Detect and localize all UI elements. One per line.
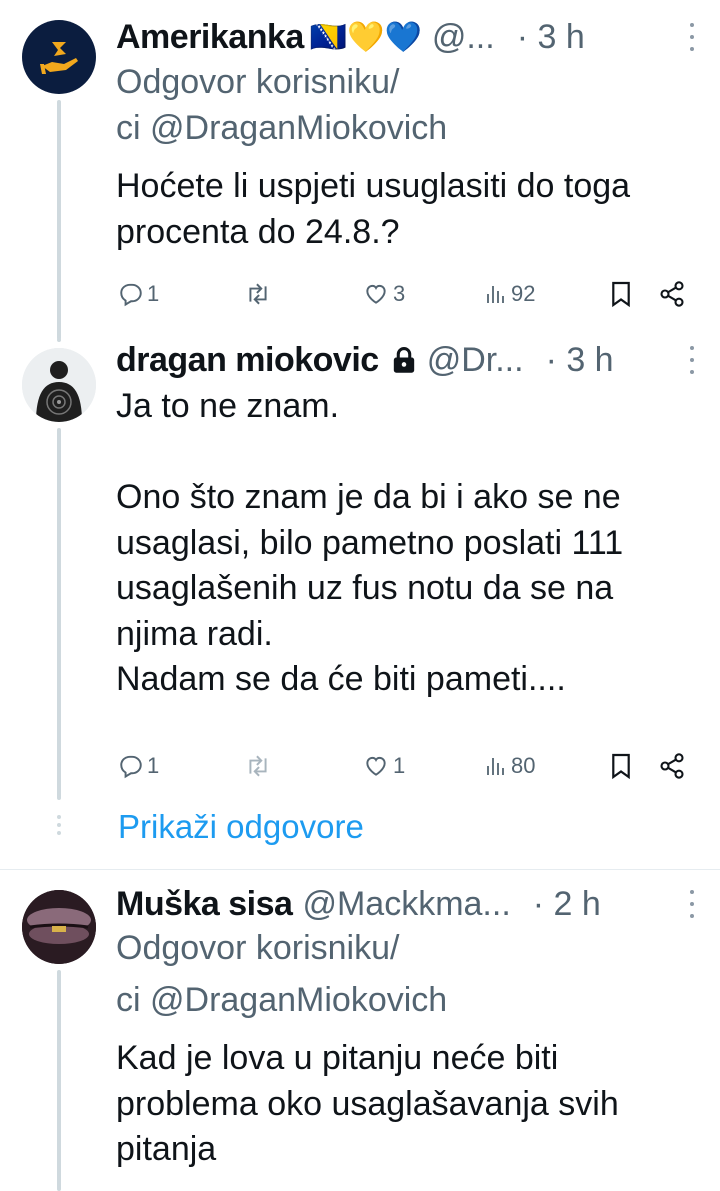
like-button[interactable]: 1 [362,746,405,786]
display-name[interactable]: Muška sisa [116,885,293,924]
more-icon[interactable] [688,23,696,51]
display-name[interactable]: Amerikanka [116,18,304,57]
thread-line [57,100,61,340]
tweet-header: dragan miokovic @Dr... · 3 h [116,338,702,382]
views-icon [487,286,504,303]
thread-line [57,970,61,1191]
like-count: 3 [393,281,406,306]
tweet-header: Amerikanka 🇧🇦💛💙 @... · 3 h [116,15,702,59]
view-count: 92 [511,281,536,306]
reply-to-label: Odgovor korisniku/ [116,929,400,967]
avatar[interactable] [22,348,96,422]
action-bar: 1 1 80 [116,746,696,786]
thread-line [57,428,61,800]
tweet-amerikanka[interactable]: Amerikanka 🇧🇦💛💙 @... · 3 h Odgovor koris… [0,0,720,340]
reply-to-mention[interactable]: ci @DraganMiokovich [116,106,702,152]
timestamp[interactable]: · 3 h [546,341,614,380]
lock-icon [393,347,414,373]
avatar-hand-icon [40,42,78,74]
bookmark-icon [612,281,630,308]
name-emoji: 🇧🇦💛💙 [309,20,422,54]
retweet-button[interactable] [244,274,272,314]
thread-ellipsis [57,815,61,835]
views-icon [487,758,504,775]
tweet-header: Muška sisa @Mackkma... · 2 h [116,882,702,926]
avatar-target-icon [22,348,96,422]
more-icon[interactable] [688,346,696,374]
show-replies-link[interactable]: Prikaži odgovore [118,808,364,846]
reply-icon [120,755,142,779]
tweet-dragan-miokovic[interactable]: dragan miokovic @Dr... · 3 h Ja to ne zn… [0,338,720,800]
display-name[interactable]: dragan miokovic [116,341,379,380]
retweet-icon [249,283,267,305]
reply-to-label: Odgovor korisniku/ [116,63,400,101]
like-button[interactable]: 3 [362,274,405,314]
reply-to-mention[interactable]: ci @DraganMiokovich [116,978,702,1024]
share-icon [660,753,684,779]
like-icon [366,284,386,304]
action-bar: 1 3 92 [116,274,696,314]
avatar[interactable] [22,890,96,964]
like-icon [366,756,386,776]
reply-count: 1 [147,281,160,306]
reply-icon [120,283,142,307]
views-button[interactable]: 92 [484,274,535,314]
share-button[interactable] [658,274,686,314]
bookmark-button[interactable] [610,746,632,786]
like-count: 1 [393,753,406,778]
thread-line-top [57,338,61,342]
tweet-text: Kad je lova u pitanju neće biti problema… [116,1039,629,1168]
timestamp[interactable]: · 2 h [533,885,601,924]
share-icon [660,281,684,307]
more-icon[interactable] [688,890,696,918]
views-button[interactable]: 80 [484,746,535,786]
tweet-text: Ja to ne znam. Ono što znam je da bi i a… [116,387,624,698]
tweet-muska-sisa[interactable]: Muška sisa @Mackkma... · 2 h Odgovor kor… [0,870,720,1191]
timestamp[interactable]: · 3 h [517,18,585,57]
user-handle[interactable]: @... [432,18,495,57]
reply-count: 1 [147,753,160,778]
retweet-button[interactable] [244,746,272,786]
bookmark-button[interactable] [610,274,632,314]
user-handle[interactable]: @Mackkma... [302,885,510,924]
retweet-icon [249,755,267,777]
reply-button[interactable]: 1 [118,274,159,314]
tweet-text: Hoćete li uspjeti usuglasiti do toga pro… [116,167,640,251]
bookmark-icon [612,753,630,780]
reply-button[interactable]: 1 [118,746,159,786]
avatar[interactable] [22,20,96,94]
avatar-lips-icon [22,890,96,964]
user-handle[interactable]: @Dr... [427,341,524,380]
view-count: 80 [511,753,536,778]
share-button[interactable] [658,746,686,786]
